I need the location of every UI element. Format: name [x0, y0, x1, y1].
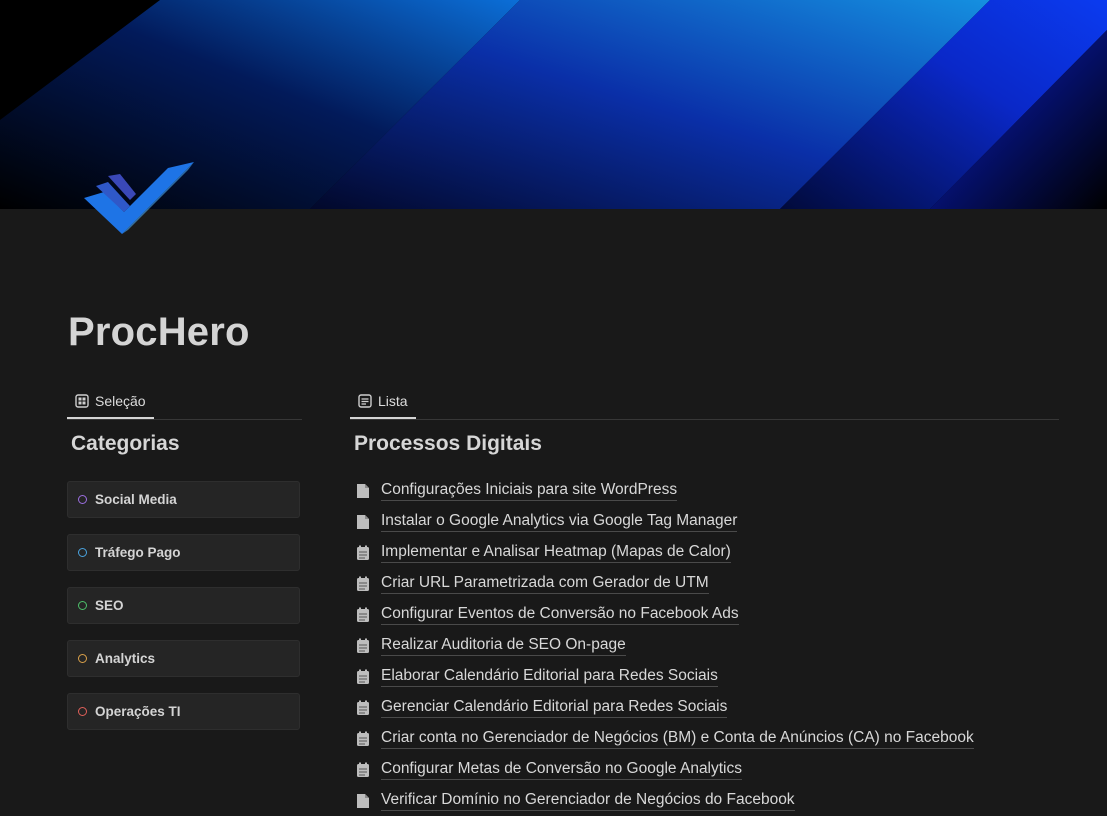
- tab-label: Lista: [378, 392, 408, 409]
- list-item[interactable]: Verificar Domínio no Gerenciador de Negó…: [356, 785, 1059, 816]
- list-item[interactable]: Criar conta no Gerenciador de Negócios (…: [356, 723, 1059, 754]
- list-item-link[interactable]: Elaborar Calendário Editorial para Redes…: [381, 666, 718, 687]
- list-item[interactable]: Configurar Eventos de Conversão no Faceb…: [356, 599, 1059, 630]
- category-card[interactable]: SEO: [67, 587, 300, 624]
- list-item-link[interactable]: Gerenciar Calendário Editorial para Rede…: [381, 697, 728, 718]
- list-item-link[interactable]: Realizar Auditoria de SEO On-page: [381, 635, 626, 656]
- right-view-tabs: Lista: [350, 384, 1059, 420]
- list-item-link[interactable]: Configurar Eventos de Conversão no Faceb…: [381, 604, 739, 625]
- list-item[interactable]: Implementar e Analisar Heatmap (Mapas de…: [356, 537, 1059, 568]
- tab-selecao[interactable]: Seleção: [67, 384, 154, 419]
- list-item-link[interactable]: Criar URL Parametrizada com Gerador de U…: [381, 573, 709, 594]
- checklist-icon: [356, 607, 370, 623]
- list-item[interactable]: Realizar Auditoria de SEO On-page: [356, 630, 1059, 661]
- category-card[interactable]: Analytics: [67, 640, 300, 677]
- list-item[interactable]: Instalar o Google Analytics via Google T…: [356, 506, 1059, 537]
- prochero-logo-icon: [84, 162, 194, 234]
- category-card[interactable]: Tráfego Pago: [67, 534, 300, 571]
- list-view-icon: [358, 393, 372, 408]
- list-item[interactable]: Criar URL Parametrizada com Gerador de U…: [356, 568, 1059, 599]
- status-circle-icon: [78, 548, 87, 557]
- checklist-icon: [356, 576, 370, 592]
- list-item-link[interactable]: Instalar o Google Analytics via Google T…: [381, 511, 738, 532]
- category-card[interactable]: Social Media: [67, 481, 300, 518]
- checklist-icon: [356, 731, 370, 747]
- processes-section: Lista Processos Digitais Configurações I…: [350, 384, 1059, 816]
- category-label: Social Media: [95, 492, 177, 507]
- list-item[interactable]: Gerenciar Calendário Editorial para Rede…: [356, 692, 1059, 723]
- category-cards: Social Media Tráfego Pago SEO Analytics Oper…: [67, 481, 302, 730]
- page-icon: [356, 514, 370, 530]
- checklist-icon: [356, 638, 370, 654]
- page-icon: [356, 793, 370, 809]
- tab-label: Seleção: [95, 392, 146, 409]
- status-circle-icon: [78, 495, 87, 504]
- left-view-tabs: Seleção: [67, 384, 302, 420]
- category-card[interactable]: Operações TI: [67, 693, 300, 730]
- status-circle-icon: [78, 654, 87, 663]
- list-item-link[interactable]: Criar conta no Gerenciador de Negócios (…: [381, 728, 974, 749]
- status-circle-icon: [78, 707, 87, 716]
- gallery-view-icon: [75, 393, 89, 408]
- processes-title: Processos Digitais: [354, 432, 542, 455]
- categories-section: Seleção Categorias Social Media Tráfego P…: [67, 384, 302, 746]
- checklist-icon: [356, 669, 370, 685]
- process-list: Configurações Iniciais para site WordPre…: [350, 475, 1059, 816]
- checklist-icon: [356, 545, 370, 561]
- list-item-link[interactable]: Configurações Iniciais para site WordPre…: [381, 480, 678, 501]
- list-item[interactable]: Configurações Iniciais para site WordPre…: [356, 475, 1059, 506]
- list-item-link[interactable]: Implementar e Analisar Heatmap (Mapas de…: [381, 542, 731, 563]
- page-title: ProcHero: [68, 310, 250, 354]
- category-label: Analytics: [95, 651, 156, 666]
- category-label: SEO: [95, 598, 124, 613]
- page-icon: [356, 483, 370, 499]
- category-label: Tráfego Pago: [95, 545, 181, 560]
- status-circle-icon: [78, 601, 87, 610]
- list-item[interactable]: Configurar Metas de Conversão no Google …: [356, 754, 1059, 785]
- tab-lista[interactable]: Lista: [350, 384, 416, 419]
- categories-title: Categorias: [71, 432, 180, 455]
- checklist-icon: [356, 762, 370, 778]
- list-item-link[interactable]: Configurar Metas de Conversão no Google …: [381, 759, 743, 780]
- category-label: Operações TI: [95, 704, 181, 719]
- list-item-link[interactable]: Verificar Domínio no Gerenciador de Negó…: [381, 790, 795, 811]
- checklist-icon: [356, 700, 370, 716]
- list-item[interactable]: Elaborar Calendário Editorial para Redes…: [356, 661, 1059, 692]
